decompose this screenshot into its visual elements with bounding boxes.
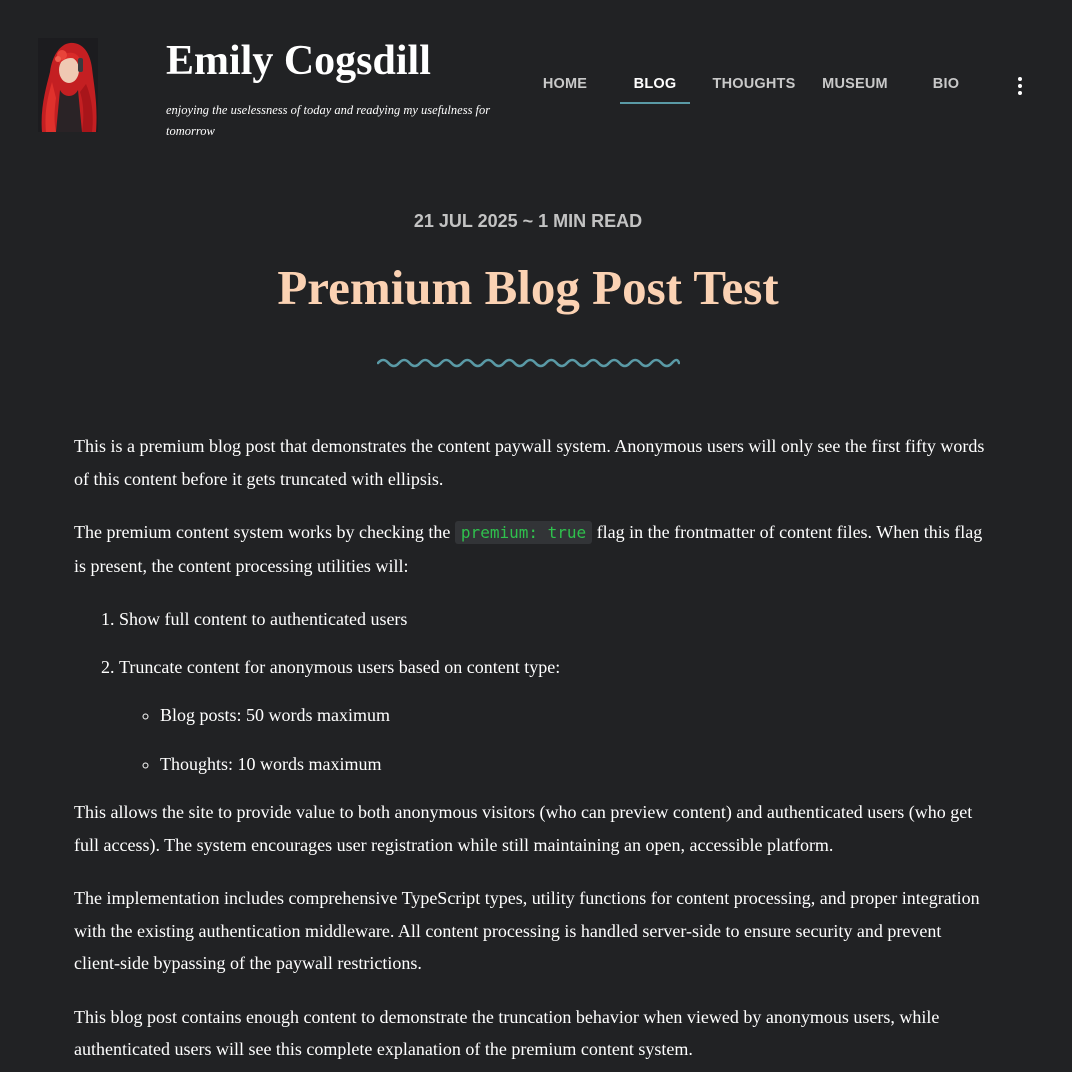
list-item-text: Show full content to authenticated users [119, 609, 408, 629]
profile-photo-icon [38, 38, 98, 132]
ordered-list: Show full content to authenticated users… [74, 603, 986, 780]
page: Emily Cogsdill enjoying the uselessness … [0, 0, 1072, 1072]
list-item: Blog posts: 50 words maximum [160, 699, 986, 732]
paragraph: The premium content system works by chec… [74, 516, 986, 582]
vertical-ellipsis-icon[interactable] [1008, 75, 1032, 97]
nav-item-thoughts[interactable]: THOUGHTS [710, 74, 798, 104]
menu-dot [1018, 77, 1022, 81]
nav-item-bio[interactable]: BIO [911, 74, 981, 104]
list-item-text: Thoughts: 10 words maximum [160, 753, 382, 774]
paragraph: This allows the site to provide value to… [74, 802, 973, 855]
site-title[interactable]: Emily Cogsdill [166, 36, 431, 86]
list-item: Truncate content for anonymous users bas… [119, 651, 986, 781]
bullet-list: Blog posts: 50 words maximum Thoughts: 1… [119, 699, 986, 780]
list-item: Thoughts: 10 words maximum [160, 748, 986, 781]
list-item-text: Blog posts: 50 words maximum [160, 705, 391, 725]
avatar[interactable] [38, 38, 98, 132]
post-meta: 21 JUL 2025 ~ 1 MIN READ [413, 211, 643, 231]
site-tagline: enjoying the uselessness of today and re… [166, 103, 491, 138]
nav-item-home[interactable]: HOME [530, 74, 600, 104]
post-title: Premium Blog Post Test [277, 260, 779, 315]
list-item-text: Truncate content for anonymous users bas… [119, 656, 561, 677]
paragraph: The implementation includes comprehensiv… [74, 888, 980, 973]
wavy-divider [377, 358, 680, 368]
inline-code: premium: true [454, 521, 593, 544]
menu-dot [1018, 84, 1022, 88]
menu-dot [1018, 91, 1022, 95]
paragraph: This is a premium blog post that demonst… [74, 436, 985, 489]
nav-item-museum[interactable]: MUSEUM [816, 74, 894, 104]
paragraph: This blog post contains enough content t… [74, 1006, 940, 1060]
post-body: This is a premium blog post that demonst… [74, 430, 986, 1072]
paragraph-text: The premium content system works by chec… [74, 522, 455, 542]
list-item: Show full content to authenticated users [119, 603, 986, 636]
nav-item-blog[interactable]: BLOG [620, 74, 690, 104]
